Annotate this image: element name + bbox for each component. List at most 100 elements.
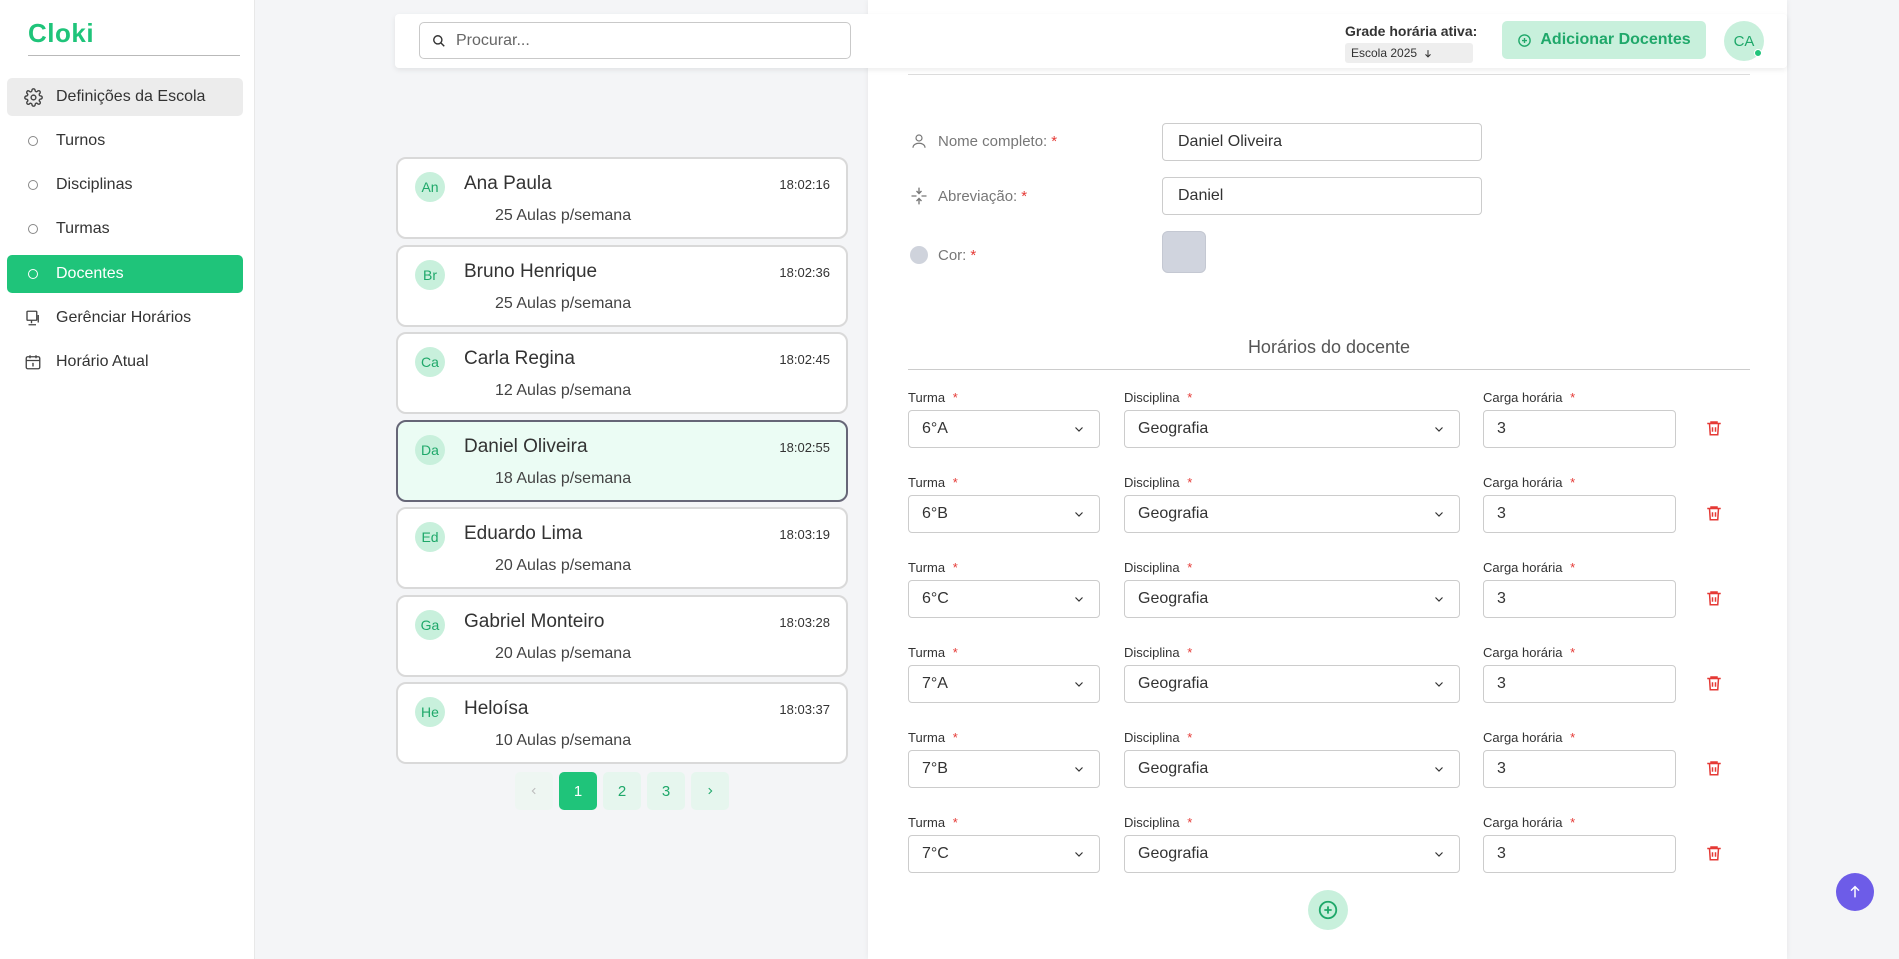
turma-select[interactable]: 6°A: [908, 410, 1100, 448]
carga-label: Carga horária *: [1483, 475, 1576, 490]
trash-icon[interactable]: [1705, 758, 1725, 780]
disciplina-select[interactable]: Geografia: [1124, 410, 1460, 448]
teacher-lesson-count: 25 Aulas p/semana: [495, 207, 632, 224]
turma-label: Turma *: [908, 815, 958, 830]
chevron-down-icon: [1435, 512, 1443, 517]
disciplina-label: Disciplina *: [1124, 390, 1193, 405]
teacher-card[interactable]: Br Bruno Henrique 18:02:36 25 Aulas p/seman…: [396, 244, 848, 327]
teacher-avatar: An: [415, 172, 445, 202]
turma-select[interactable]: 6°B: [908, 495, 1100, 533]
circle-icon: [22, 130, 44, 152]
disciplina-label: Disciplina *: [1124, 815, 1193, 830]
active-schedule-label: Grade horária ativa:: [1345, 23, 1478, 39]
search-box[interactable]: [419, 22, 851, 59]
teacher-name: Gabriel Monteiro: [464, 610, 605, 632]
disciplina-select[interactable]: Geografia: [1124, 835, 1460, 873]
arrow-up-icon: [1850, 885, 1860, 898]
add-teachers-button[interactable]: Adicionar Docentes: [1502, 21, 1706, 59]
teacher-card[interactable]: Ed Eduardo Lima 18:03:19 20 Aulas p/semana: [396, 507, 848, 589]
divider: [908, 74, 1750, 75]
turma-select[interactable]: 7°B: [908, 750, 1100, 788]
teacher-card[interactable]: Ga Gabriel Monteiro 18:03:28 20 Aulas p/sem…: [396, 594, 848, 677]
sidebar-item-turnos[interactable]: Turnos: [7, 122, 243, 160]
trash-icon[interactable]: [1705, 418, 1725, 440]
page-3-button[interactable]: 3: [647, 772, 685, 810]
sidebar-item-horario-atual[interactable]: Horário Atual: [7, 343, 243, 381]
chevron-right-icon: [708, 787, 713, 795]
teacher-card[interactable]: Ca Carla Regina 18:02:45 12 Aulas p/semana: [396, 332, 848, 414]
teacher-lesson-count: 12 Aulas p/semana: [495, 382, 632, 399]
sidebar-item-label: Disciplinas: [56, 176, 133, 193]
teacher-name: Heloísa: [464, 698, 529, 719]
carga-horaria-input[interactable]: 3: [1483, 410, 1676, 448]
prev-page-button[interactable]: [515, 772, 553, 810]
teacher-avatar: Da: [415, 434, 445, 465]
teacher-name: Eduardo Lima: [464, 523, 583, 544]
carga-horaria-input[interactable]: 3: [1483, 580, 1676, 618]
color-dot-icon: [908, 245, 930, 265]
abbr-field-label: Abreviação: *: [908, 186, 1027, 206]
add-schedule-row-button[interactable]: [1308, 890, 1348, 930]
sidebar-item-label: Horário Atual: [56, 353, 149, 370]
color-picker[interactable]: [1162, 231, 1206, 273]
teacher-card[interactable]: He Heloísa 18:03:37 10 Aulas p/semana: [396, 682, 848, 764]
scroll-to-top-button[interactable]: [1836, 873, 1874, 911]
trash-icon[interactable]: [1705, 503, 1725, 525]
teacher-card[interactable]: Da Daniel Oliveira 18:02:55 18 Aulas p/sema…: [396, 419, 848, 502]
sidebar-item-disciplinas[interactable]: Disciplinas: [7, 166, 243, 204]
teacher-timestamp: 18:03:28: [779, 614, 830, 630]
sidebar-item-docentes[interactable]: Docentes: [7, 255, 243, 293]
disciplina-select[interactable]: Geografia: [1124, 580, 1460, 618]
user-icon: [908, 131, 930, 151]
plus-circle-icon: [1518, 33, 1532, 47]
trash-icon[interactable]: [1705, 588, 1725, 610]
chevron-down-icon: [1075, 597, 1083, 602]
teacher-timestamp: 18:02:55: [779, 439, 830, 455]
sidebar-item-label: Turmas: [56, 220, 110, 237]
chevron-down-icon: [1435, 682, 1443, 687]
trash-icon[interactable]: [1705, 843, 1725, 865]
sidebar-item-definicoes-da-escola[interactable]: Definições da Escola: [7, 78, 243, 116]
teacher-name: Bruno Henrique: [464, 260, 598, 282]
search-input[interactable]: [456, 31, 836, 50]
teacher-avatar: He: [415, 697, 445, 727]
carga-label: Carga horária *: [1483, 645, 1576, 660]
active-schedule-select[interactable]: Escola 2025: [1345, 43, 1473, 63]
full-name-input[interactable]: Daniel Oliveira: [1162, 123, 1482, 161]
arrow-down-icon: [1425, 49, 1431, 58]
disciplina-select[interactable]: Geografia: [1124, 495, 1460, 533]
user-avatar[interactable]: CA: [1724, 21, 1764, 61]
next-page-button[interactable]: [691, 772, 729, 810]
turma-label: Turma *: [908, 730, 958, 745]
page-2-button[interactable]: 2: [603, 772, 641, 810]
disciplina-select[interactable]: Geografia: [1124, 750, 1460, 788]
disciplina-label: Disciplina *: [1124, 560, 1193, 575]
schedule-section-title: Horários do docente: [1247, 337, 1411, 357]
teacher-avatar: Ca: [415, 347, 445, 377]
abbreviation-input[interactable]: Daniel: [1162, 177, 1482, 215]
teacher-timestamp: 18:02:16: [779, 177, 830, 192]
carga-label: Carga horária *: [1483, 730, 1576, 745]
disciplina-select[interactable]: Geografia: [1124, 665, 1460, 703]
circle-icon: [22, 218, 44, 240]
teacher-lesson-count: 10 Aulas p/semana: [495, 732, 632, 749]
app-logo: Cloki: [28, 18, 95, 48]
sidebar-item-label: Gerênciar Horários: [56, 309, 192, 326]
teacher-avatar: Ga: [415, 609, 445, 640]
teacher-timestamp: 18:02:45: [779, 352, 830, 367]
carga-horaria-input[interactable]: 3: [1483, 665, 1676, 703]
carga-horaria-input[interactable]: 3: [1483, 495, 1676, 533]
turma-select[interactable]: 7°A: [908, 665, 1100, 703]
teacher-avatar: Ed: [415, 522, 445, 552]
search-icon: [433, 34, 445, 47]
teacher-card[interactable]: An Ana Paula 18:02:16 25 Aulas p/semana: [396, 157, 848, 239]
carga-horaria-input[interactable]: 3: [1483, 750, 1676, 788]
monitor-icon: [22, 307, 44, 329]
turma-select[interactable]: 6°C: [908, 580, 1100, 618]
trash-icon[interactable]: [1705, 673, 1725, 695]
sidebar-item-gerenciar-horarios[interactable]: Gerênciar Horários: [7, 299, 243, 337]
page-1-button[interactable]: 1: [559, 772, 597, 810]
turma-select[interactable]: 7°C: [908, 835, 1100, 873]
sidebar-item-turmas[interactable]: Turmas: [7, 210, 243, 248]
carga-horaria-input[interactable]: 3: [1483, 835, 1676, 873]
